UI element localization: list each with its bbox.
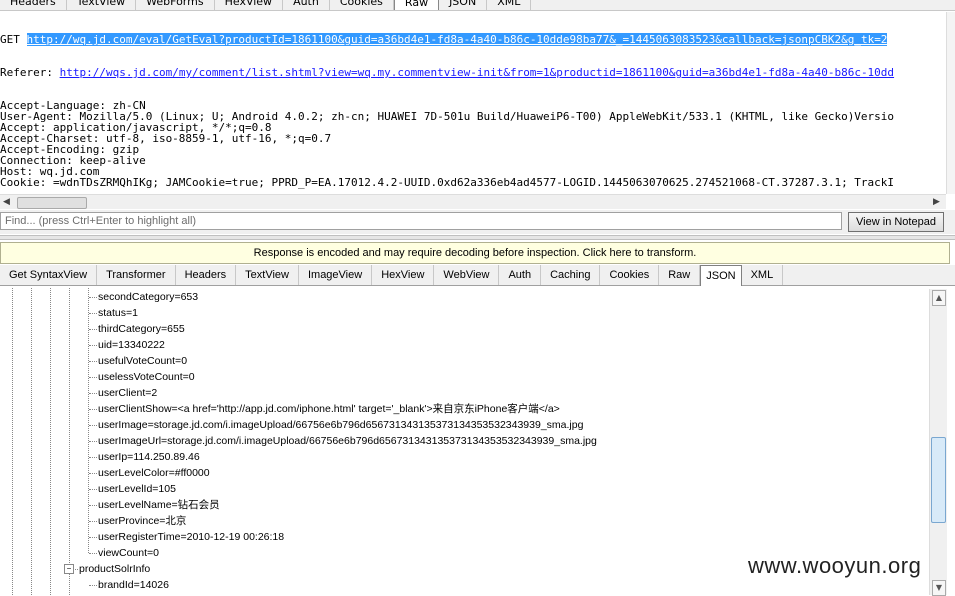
- tree-connector: [89, 537, 97, 538]
- tree-connector: [89, 345, 97, 346]
- tree-node[interactable]: uid=13340222: [98, 337, 165, 353]
- tree-guide-line: [12, 288, 13, 595]
- referer-url-link[interactable]: http://wqs.jd.com/my/comment/list.shtml?…: [60, 66, 894, 79]
- tab-auth[interactable]: Auth: [283, 0, 330, 10]
- tree-node[interactable]: userClient=2: [98, 385, 157, 401]
- referer-label: Referer:: [0, 66, 60, 79]
- tree-connector: [89, 361, 97, 362]
- tab-webforms[interactable]: WebForms: [136, 0, 215, 10]
- tab-hexview[interactable]: HexView: [215, 0, 284, 10]
- tree-node[interactable]: brandId=14026: [98, 577, 169, 593]
- tab-json[interactable]: JSON: [439, 0, 488, 10]
- tree-node[interactable]: userLevelId=105: [98, 481, 176, 497]
- tab-hexview[interactable]: HexView: [372, 265, 435, 285]
- tree-node[interactable]: userClientShow=<a href='http://app.jd.co…: [98, 401, 560, 417]
- tab-imageview[interactable]: ImageView: [299, 265, 373, 285]
- tab-raw[interactable]: Raw: [659, 265, 701, 285]
- tab-headers[interactable]: Headers: [176, 265, 237, 285]
- tree-connector: [89, 505, 97, 506]
- raw-request-text[interactable]: GET http://wq.jd.com/eval/GetEval?produc…: [0, 12, 946, 194]
- tree-connector: [89, 377, 97, 378]
- tree-guide-line: [69, 288, 70, 595]
- tree-connector: [89, 489, 97, 490]
- json-tree-view[interactable]: secondCategory=653 status=1 thirdCategory=…: [0, 288, 928, 595]
- tree-guide-line: [50, 288, 51, 595]
- tree-node[interactable]: thirdCategory=655: [98, 321, 185, 337]
- response-tab-bar: Get SyntaxView Transformer Headers TextView…: [0, 265, 955, 286]
- tree-node[interactable]: userLevelColor=#ff0000: [98, 465, 210, 481]
- tab-cookies[interactable]: Cookies: [600, 265, 660, 285]
- tab-textview[interactable]: TextView: [67, 0, 137, 10]
- tree-connector: [89, 329, 97, 330]
- tree-connector: [89, 457, 97, 458]
- scroll-up-arrow-icon[interactable]: ▲: [932, 290, 946, 306]
- tree-node[interactable]: productSolrInfo: [79, 561, 150, 577]
- tree-connector: [89, 521, 97, 522]
- tab-raw[interactable]: Raw: [393, 0, 440, 10]
- tree-connector: [89, 585, 97, 586]
- tab-transformer[interactable]: Transformer: [97, 265, 176, 285]
- tab-auth[interactable]: Auth: [499, 265, 542, 285]
- tree-node[interactable]: uselessVoteCount=0: [98, 369, 195, 385]
- tree-node[interactable]: userRegisterTime=2010-12-19 00:26:18: [98, 529, 284, 545]
- view-in-notepad-button[interactable]: View in Notepad: [848, 212, 944, 232]
- tree-guide-line: [31, 288, 32, 595]
- request-url-link[interactable]: http://wq.jd.com/eval/GetEval?productId=…: [26, 33, 888, 46]
- tree-connector: [89, 297, 97, 298]
- tab-caching[interactable]: Caching: [541, 265, 601, 285]
- tree-guide-line: [88, 288, 89, 553]
- tab-textview[interactable]: TextView: [236, 265, 299, 285]
- tree-node[interactable]: userImageUrl=storage.jd.com/i.imageUploa…: [98, 433, 597, 449]
- tree-connector: [89, 553, 97, 554]
- request-header-line: Connection: keep-alive: [0, 154, 146, 167]
- scrollbar-thumb[interactable]: [931, 437, 946, 523]
- collapse-toggle-icon[interactable]: −: [64, 564, 74, 574]
- tree-connector: [89, 425, 97, 426]
- scroll-right-arrow-icon[interactable]: ▶: [933, 195, 940, 209]
- request-horizontal-scrollbar[interactable]: ◀ ▶: [0, 194, 946, 209]
- tree-connector: [89, 441, 97, 442]
- tree-node[interactable]: usefulVoteCount=0: [98, 353, 187, 369]
- watermark: www.wooyun.org: [748, 553, 922, 578]
- tab-xml[interactable]: XML: [742, 265, 784, 285]
- find-input[interactable]: Find... (press Ctrl+Enter to highlight a…: [0, 212, 842, 230]
- tab-headers[interactable]: Headers: [0, 0, 67, 10]
- request-vertical-scrollbar[interactable]: [946, 12, 955, 194]
- request-method: GET: [0, 33, 27, 46]
- tree-node[interactable]: userIp=114.250.89.46: [98, 449, 200, 465]
- tree-connector: [89, 409, 97, 410]
- tab-xml[interactable]: XML: [487, 0, 532, 10]
- tab-get-syntaxview[interactable]: Get SyntaxView: [0, 265, 98, 285]
- scroll-down-arrow-icon[interactable]: ▼: [932, 580, 946, 596]
- scrollbar-thumb[interactable]: [17, 197, 87, 209]
- json-vertical-scrollbar[interactable]: ▲ ▼: [929, 289, 947, 596]
- decode-warning-banner[interactable]: Response is encoded and may require deco…: [0, 242, 950, 264]
- tree-connector: [89, 313, 97, 314]
- pane-splitter[interactable]: [0, 235, 955, 240]
- tree-node[interactable]: userProvince=北京: [98, 513, 186, 529]
- request-tab-bar: Headers TextView WebForms HexView Auth Cookie…: [0, 0, 955, 11]
- scroll-left-arrow-icon[interactable]: ◀: [3, 195, 10, 209]
- tree-node[interactable]: secondCategory=653: [98, 289, 198, 305]
- tree-node[interactable]: viewCount=0: [98, 545, 159, 561]
- tab-cookies[interactable]: Cookies: [330, 0, 394, 10]
- tab-json[interactable]: JSON: [700, 265, 742, 286]
- request-header-line: Accept-Charset: utf-8, iso-8859-1, utf-1…: [0, 132, 332, 145]
- tree-node[interactable]: userLevelName=钻石会员: [98, 497, 220, 513]
- tab-webview[interactable]: WebView: [434, 265, 500, 285]
- request-header-line: Cookie: =wdnTDsZRMQhIKg; JAMCookie=true;…: [0, 176, 895, 189]
- find-bar: Find... (press Ctrl+Enter to highlight a…: [0, 210, 955, 234]
- tree-node[interactable]: userImage=storage.jd.com/i.imageUpload/6…: [98, 417, 583, 433]
- tree-connector: [89, 473, 97, 474]
- tree-node[interactable]: status=1: [98, 305, 138, 321]
- tree-connector: [89, 393, 97, 394]
